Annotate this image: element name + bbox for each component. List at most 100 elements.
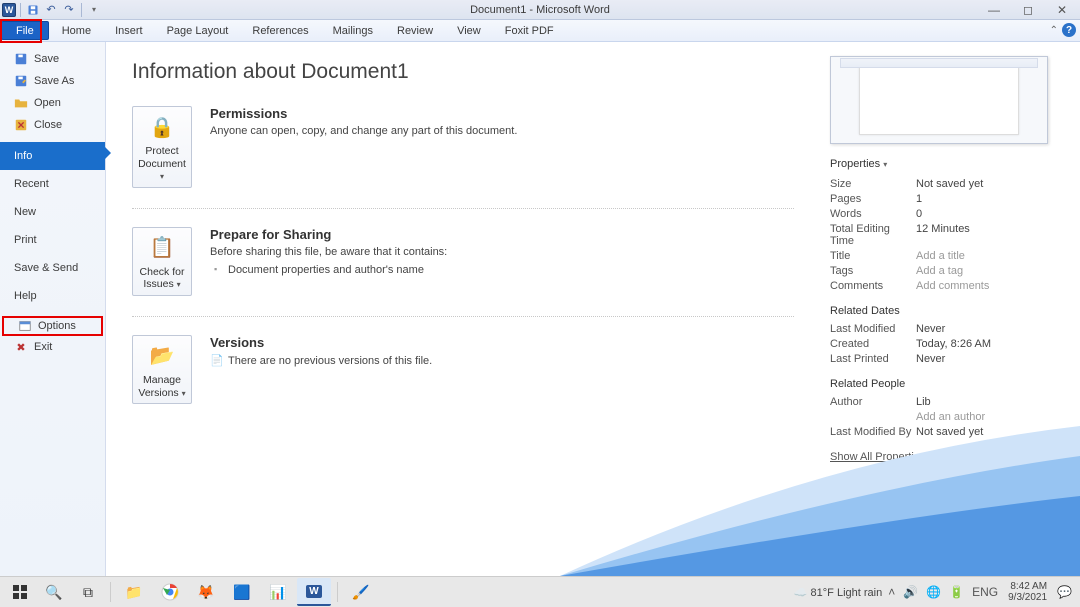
tray-volume-icon[interactable]: 🔊 (901, 585, 920, 599)
tab-mailings[interactable]: Mailings (321, 20, 385, 41)
ribbon-tabs: File Home Insert Page Layout References … (0, 20, 1080, 42)
sidebar-item-label: Recent (14, 178, 49, 190)
sharing-text: Prepare for Sharing Before sharing this … (210, 227, 447, 296)
close-doc-icon (14, 118, 28, 132)
search-button[interactable]: 🔍 (38, 578, 70, 606)
window-controls: — ◻ ✕ (980, 2, 1076, 18)
manage-versions-button[interactable]: 📂 Manage Versions ▾ (132, 335, 192, 404)
sidebar-item-recent[interactable]: Recent (0, 170, 105, 198)
folder-open-icon (14, 96, 28, 110)
button-label: Protect Document (138, 145, 186, 170)
tab-view[interactable]: View (445, 20, 493, 41)
prop-row-pages: Pages1 (830, 191, 1064, 206)
sidebar-item-save[interactable]: Save (0, 48, 105, 70)
weather-widget[interactable]: ☁️ 81°F Light rain (794, 586, 882, 599)
prop-row-add-author: Add an author (830, 409, 1064, 424)
backstage-view: Save Save As Open Close Info Recent New … (0, 42, 1080, 576)
properties-dropdown[interactable]: Properties ▾ (830, 158, 1064, 170)
qat-undo-button[interactable]: ↶ (43, 2, 59, 18)
qat-save-button[interactable] (25, 2, 41, 18)
sidebar-item-label: Info (14, 150, 32, 162)
prop-row-tags: TagsAdd a tag (830, 263, 1064, 278)
help-icon[interactable]: ? (1062, 23, 1076, 37)
tab-review[interactable]: Review (385, 20, 445, 41)
tab-home[interactable]: Home (50, 20, 103, 41)
tab-foxit-pdf[interactable]: Foxit PDF (493, 20, 566, 41)
sidebar-item-save-as[interactable]: Save As (0, 70, 105, 92)
ribbon-minimize-icon[interactable]: ⌃ (1050, 25, 1058, 36)
chevron-down-icon: ▾ (177, 280, 181, 289)
sidebar-item-label: Save As (34, 75, 74, 87)
sidebar-item-close[interactable]: Close (0, 114, 105, 136)
taskbar-explorer[interactable]: 📁 (117, 578, 151, 606)
versions-section: 📂 Manage Versions ▾ Versions 📄There are … (132, 335, 794, 424)
protect-document-button[interactable]: 🔒 Protect Document ▾ (132, 106, 192, 188)
prop-row-edit-time: Total Editing Time12 Minutes (830, 221, 1064, 248)
section-desc: Anyone can open, copy, and change any pa… (210, 125, 517, 137)
taskbar-excel[interactable]: 📊 (261, 578, 295, 606)
sidebar-item-open[interactable]: Open (0, 92, 105, 114)
qat-redo-button[interactable]: ↷ (61, 2, 77, 18)
sidebar-item-label: Close (34, 119, 62, 131)
sidebar-item-info[interactable]: Info (0, 142, 105, 170)
tab-references[interactable]: References (240, 20, 320, 41)
tab-page-layout[interactable]: Page Layout (155, 20, 241, 41)
tray-battery-icon[interactable]: 🔋 (947, 585, 966, 599)
show-all-properties-link[interactable]: Show All Properties (830, 451, 925, 463)
taskbar-clock[interactable]: 8:42 AM 9/3/2021 (1004, 581, 1051, 603)
related-people-heading: Related People (830, 378, 1064, 390)
save-icon (14, 52, 28, 66)
task-view-button[interactable]: ⧉ (72, 578, 104, 606)
tab-file[interactable]: File (1, 21, 49, 40)
lock-icon: 🔒 (148, 115, 176, 139)
properties-panel: Properties ▾ SizeNot saved yet Pages1 Wo… (820, 42, 1080, 576)
chevron-down-icon: ▾ (883, 160, 887, 169)
maximize-button[interactable]: ◻ (1014, 2, 1042, 18)
section-heading: Prepare for Sharing (210, 227, 447, 242)
qat-customize-button[interactable]: ▾ (86, 2, 102, 18)
check-issues-button[interactable]: 📋 Check for Issues ▾ (132, 227, 192, 296)
taskbar-chrome[interactable] (153, 578, 187, 606)
taskbar-firefox[interactable]: 🦊 (189, 578, 223, 606)
start-button[interactable] (4, 578, 36, 606)
backstage-sidebar: Save Save As Open Close Info Recent New … (0, 42, 106, 576)
taskbar-word[interactable]: W (297, 578, 331, 606)
document-preview (830, 56, 1048, 144)
section-desc: 📄There are no previous versions of this … (210, 354, 432, 368)
prop-row-title: TitleAdd a title (830, 248, 1064, 263)
minimize-button[interactable]: — (980, 2, 1008, 18)
sidebar-item-exit[interactable]: ✖ Exit (0, 336, 105, 358)
taskbar-app2[interactable]: 🖌️ (344, 578, 378, 606)
sidebar-item-label: Exit (34, 341, 52, 353)
close-button[interactable]: ✕ (1048, 2, 1076, 18)
prepare-sharing-section: 📋 Check for Issues ▾ Prepare for Sharing… (132, 227, 794, 317)
prop-row-last-modified: Last ModifiedNever (830, 321, 1064, 336)
qat-separator (81, 3, 82, 17)
sidebar-item-print[interactable]: Print (0, 226, 105, 254)
sidebar-item-new[interactable]: New (0, 198, 105, 226)
prop-row-author: AuthorLib (830, 394, 1064, 409)
quick-access-toolbar: W ↶ ↷ ▾ (0, 2, 102, 18)
tray-chevron-icon[interactable]: ˄ (886, 585, 897, 599)
versions-icon: 📂 (148, 344, 176, 368)
properties-list: SizeNot saved yet Pages1 Words0 Total Ed… (830, 176, 1064, 293)
sidebar-item-help[interactable]: Help (0, 282, 105, 310)
sharing-bullet: Document properties and author's name (210, 264, 447, 276)
sidebar-item-label: Open (34, 97, 61, 109)
notifications-button[interactable]: 💬 (1055, 585, 1074, 599)
tray-lang[interactable]: ENG (970, 585, 1000, 599)
tab-insert[interactable]: Insert (103, 20, 155, 41)
related-dates-heading: Related Dates (830, 305, 1064, 317)
sidebar-item-label: Help (14, 290, 37, 302)
windows-taskbar: 🔍 ⧉ 📁 🦊 🟦 📊 W 🖌️ ☁️ 81°F Light rain ˄ 🔊 … (0, 576, 1080, 607)
tray-network-icon[interactable]: 🌐 (924, 585, 943, 599)
button-label: Manage Versions (138, 374, 181, 399)
inspect-icon: 📋 (148, 236, 176, 260)
taskbar-app1[interactable]: 🟦 (225, 578, 259, 606)
permissions-text: Permissions Anyone can open, copy, and c… (210, 106, 517, 188)
permissions-section: 🔒 Protect Document ▾ Permissions Anyone … (132, 106, 794, 209)
section-heading: Permissions (210, 106, 517, 121)
prop-row-size: SizeNot saved yet (830, 176, 1064, 191)
sidebar-item-options[interactable]: Options (2, 316, 103, 336)
sidebar-item-save-send[interactable]: Save & Send (0, 254, 105, 282)
